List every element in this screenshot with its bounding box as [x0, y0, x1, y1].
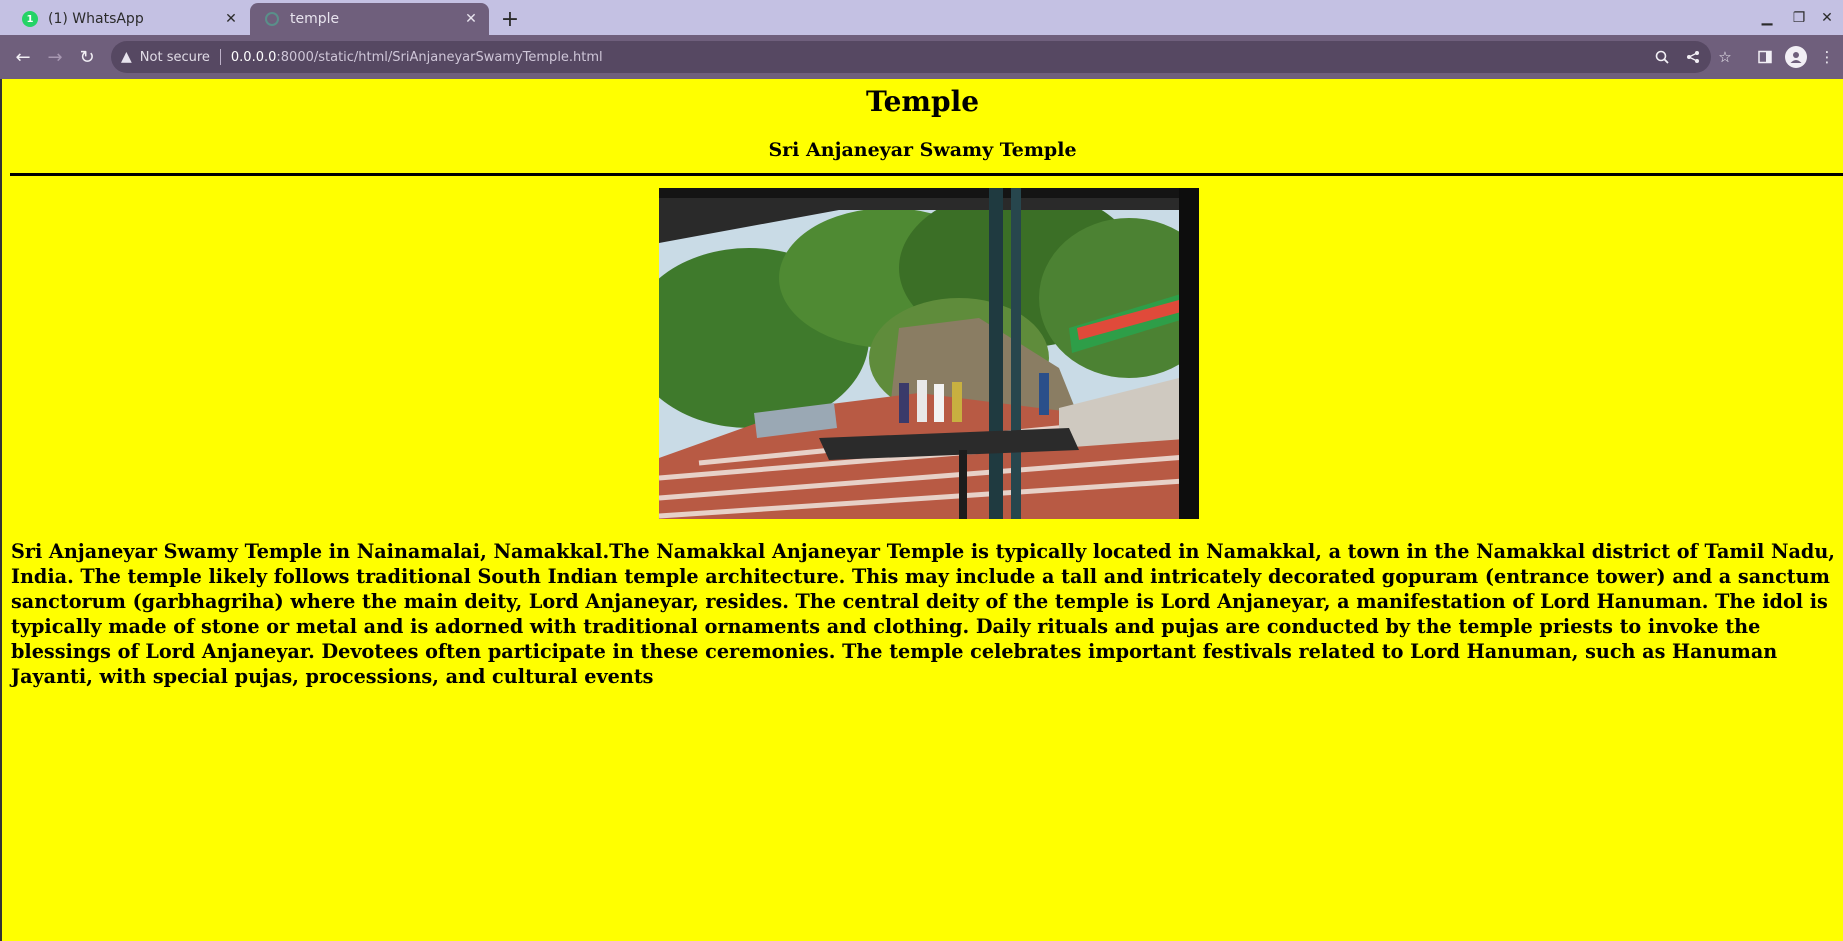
reload-icon[interactable]: ↻: [74, 44, 100, 70]
url-host: 0.0.0.0: [230, 49, 277, 65]
page-favicon-icon: [264, 11, 280, 27]
close-window-icon[interactable]: ✕: [1812, 6, 1842, 30]
browser-toolbar: ← → ↻ ▲ Not secure 0.0.0.0:8000/static/h…: [0, 35, 1843, 79]
share-icon[interactable]: [1682, 46, 1704, 68]
whatsapp-icon: 1: [22, 11, 38, 27]
bookmark-star-icon[interactable]: ☆: [1714, 46, 1736, 68]
url-text[interactable]: 0.0.0.0:8000/static/html/SriAnjaneyarSwa…: [231, 50, 603, 65]
tab-title: temple: [290, 11, 340, 27]
forward-arrow-icon[interactable]: →: [42, 44, 68, 70]
page-title: Temple: [865, 85, 980, 118]
close-tab-icon[interactable]: ✕: [221, 9, 241, 29]
close-tab-icon[interactable]: ✕: [461, 9, 481, 29]
plus-icon[interactable]: +: [497, 7, 523, 32]
tab-title: (1) WhatsApp: [48, 11, 144, 27]
temple-steps-photo-icon: [659, 188, 1199, 519]
security-label[interactable]: Not secure: [140, 50, 210, 65]
tab-temple[interactable]: temple ✕: [250, 3, 489, 35]
minimize-icon[interactable]: ▁: [1752, 6, 1782, 30]
address-bar[interactable]: ▲ Not secure 0.0.0.0:8000/static/html/Sr…: [111, 41, 1711, 73]
menu-kebab-icon[interactable]: ⋮: [1816, 46, 1838, 68]
profile-avatar-icon[interactable]: [1785, 46, 1807, 68]
horizontal-rule: [10, 173, 1843, 176]
tab-strip: 1 (1) WhatsApp ✕ temple ✕ + ▁ ❐ ✕: [0, 0, 1843, 35]
restore-icon[interactable]: ❐: [1784, 6, 1814, 30]
back-arrow-icon[interactable]: ←: [10, 44, 36, 70]
divider: [219, 49, 221, 65]
tab-whatsapp[interactable]: 1 (1) WhatsApp ✕: [8, 3, 249, 35]
page-content: Temple Sri Anjaneyar Swamy Temple Sri An…: [0, 79, 1843, 941]
zoom-icon[interactable]: [1651, 46, 1673, 68]
side-panel-icon[interactable]: [1754, 46, 1776, 68]
temple-description: Sri Anjaneyar Swamy Temple in Nainamalai…: [11, 540, 1835, 688]
url-path: :8000/static/html/SriAnjaneyarSwamyTempl…: [276, 49, 603, 65]
warning-icon[interactable]: ▲: [121, 49, 132, 65]
page-subtitle: Sri Anjaneyar Swamy Temple: [768, 139, 1077, 161]
temple-photo: [659, 188, 1199, 519]
